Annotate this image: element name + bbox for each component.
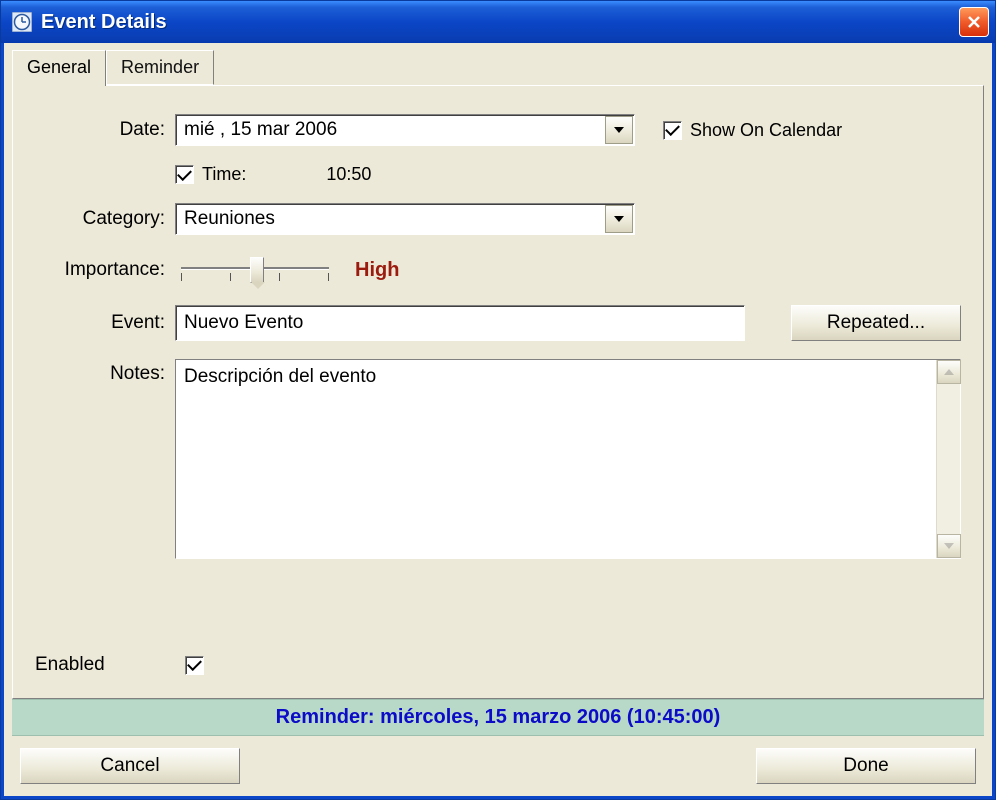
tab-general[interactable]: General bbox=[12, 50, 106, 86]
notes-input[interactable] bbox=[176, 360, 936, 558]
importance-label: Importance: bbox=[35, 259, 175, 281]
category-label: Category: bbox=[35, 208, 175, 230]
titlebar: Event Details bbox=[1, 1, 995, 43]
scroll-up-icon[interactable] bbox=[937, 360, 961, 384]
notes-scrollbar[interactable] bbox=[936, 360, 960, 558]
time-checkbox[interactable] bbox=[175, 165, 194, 184]
event-input[interactable] bbox=[175, 305, 745, 341]
time-label: Time: bbox=[202, 164, 246, 185]
done-button[interactable]: Done bbox=[756, 748, 976, 784]
tabstrip: General Reminder bbox=[12, 49, 984, 85]
show-on-calendar-checkbox[interactable] bbox=[663, 121, 682, 140]
slider-thumb[interactable] bbox=[250, 257, 264, 283]
notes-field-wrap bbox=[175, 359, 961, 559]
tabpanel-general: Date: mié , 15 mar 2006 Show On Calendar bbox=[12, 85, 984, 699]
close-button[interactable] bbox=[959, 7, 989, 37]
notes-label: Notes: bbox=[35, 359, 175, 385]
tab-reminder[interactable]: Reminder bbox=[106, 50, 214, 85]
date-dropdown[interactable]: mié , 15 mar 2006 bbox=[175, 114, 635, 146]
clock-icon bbox=[11, 11, 33, 33]
enabled-label: Enabled bbox=[35, 654, 185, 676]
time-value[interactable]: 10:50 bbox=[326, 164, 371, 185]
window-title: Event Details bbox=[41, 11, 167, 34]
scroll-down-icon[interactable] bbox=[937, 534, 961, 558]
repeated-button[interactable]: Repeated... bbox=[791, 305, 961, 341]
importance-slider[interactable] bbox=[175, 253, 335, 287]
client-area: General Reminder Date: mié , 15 mar 2006… bbox=[1, 43, 995, 799]
cancel-button[interactable]: Cancel bbox=[20, 748, 240, 784]
importance-value: High bbox=[355, 259, 399, 282]
event-label: Event: bbox=[35, 312, 175, 334]
chevron-down-icon[interactable] bbox=[605, 116, 633, 144]
chevron-down-icon[interactable] bbox=[605, 205, 633, 233]
event-details-window: Event Details General Reminder Date: mié… bbox=[0, 0, 996, 800]
date-value: mié , 15 mar 2006 bbox=[176, 115, 604, 145]
enabled-checkbox[interactable] bbox=[185, 656, 204, 675]
category-value: Reuniones bbox=[176, 204, 604, 234]
reminder-status: Reminder: miércoles, 15 marzo 2006 (10:4… bbox=[12, 699, 984, 736]
show-on-calendar-label: Show On Calendar bbox=[690, 120, 842, 141]
category-dropdown[interactable]: Reuniones bbox=[175, 203, 635, 235]
date-label: Date: bbox=[35, 119, 175, 141]
